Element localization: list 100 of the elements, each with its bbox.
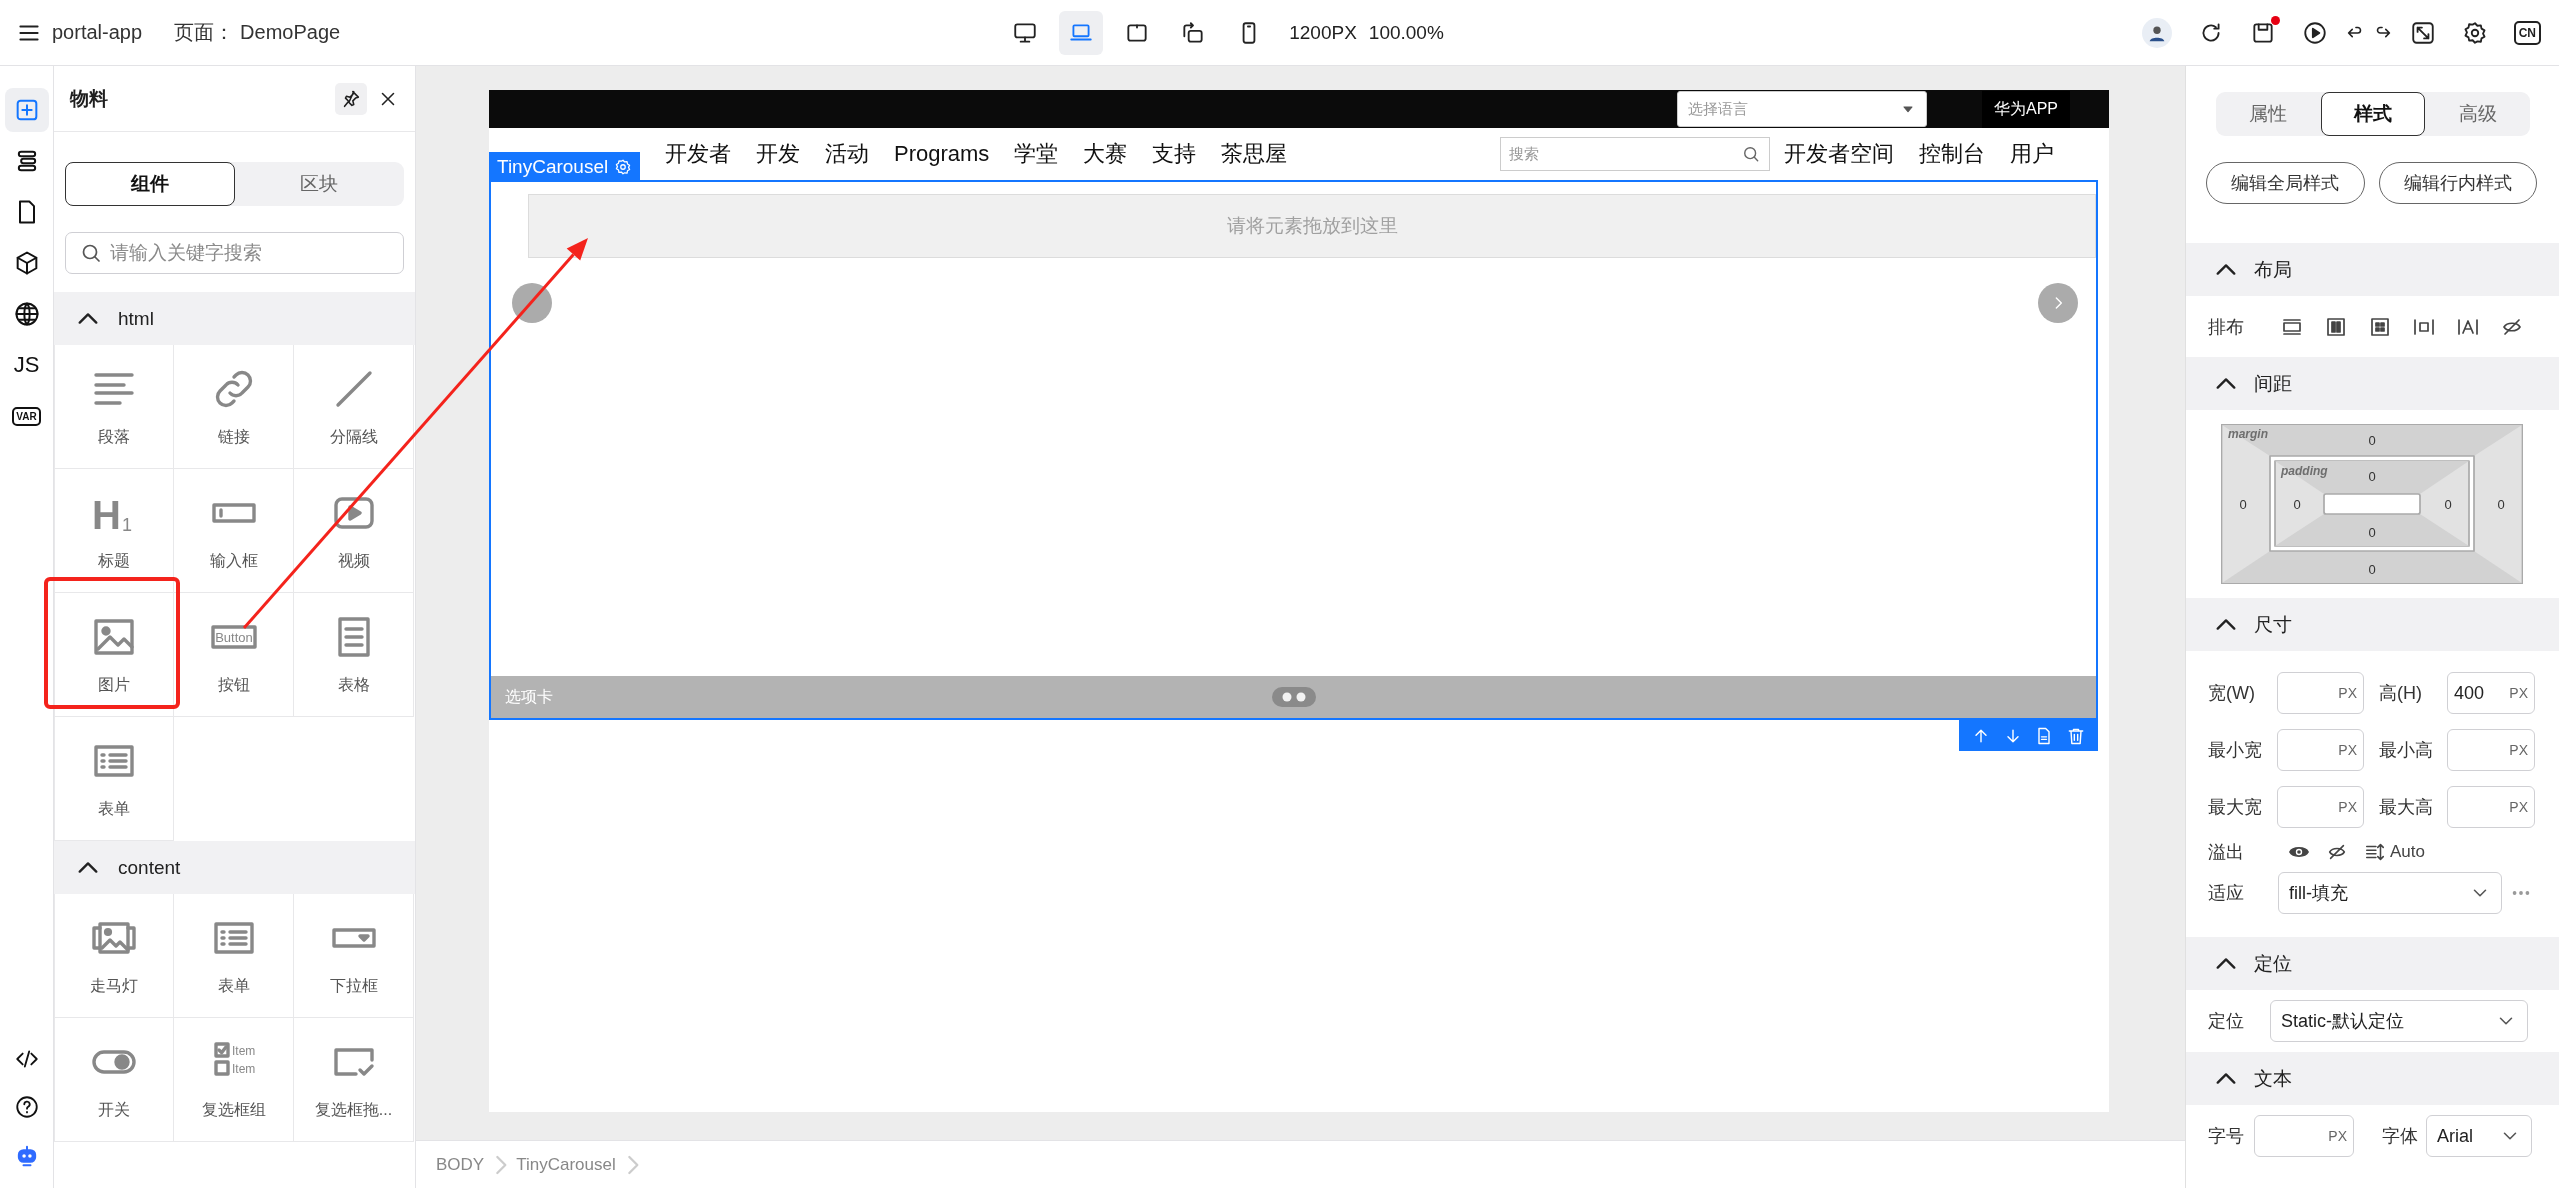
component-item[interactable]: 复选框拖... [294,1018,414,1142]
tab[interactable]: 属性 [2216,92,2321,136]
breadcrumb-item[interactable]: BODY [436,1154,485,1175]
line-height-icon [2364,841,2386,863]
component-item[interactable]: 链接 [174,345,294,469]
number-field[interactable]: PX [2254,1115,2354,1157]
overflow-option[interactable]: Auto [2364,841,2425,863]
nav-link[interactable]: 学堂 [1014,139,1059,169]
nav-link[interactable]: Programs [894,141,990,167]
field-label: 字体 [2382,1125,2418,1148]
tab[interactable]: 组件 [65,162,235,206]
nav-link[interactable]: 活动 [825,139,869,169]
nav-link[interactable]: 开发者 [665,139,731,169]
component-label[interactable]: TinyCarousel [489,152,641,182]
fit-select[interactable]: fill-填充 [2278,872,2502,914]
drop-zone: 请将元素拖放到这里 [528,194,2096,258]
number-field[interactable]: PX [2277,786,2364,828]
section-header[interactable]: 间距 [2186,357,2559,410]
font-select[interactable]: Arial [2426,1115,2532,1157]
field-label: 最小宽 [2208,739,2263,762]
field-label: 适应 [2208,882,2245,905]
field-label: 定位 [2208,1010,2244,1033]
group-title: html [118,307,154,330]
search-icon [1741,144,1761,164]
carousel-indicator-icon[interactable] [1271,687,1316,707]
app-name: portal-app [52,21,143,44]
avatar[interactable] [2141,17,2172,48]
tab[interactable]: 区块 [234,162,404,206]
number-field[interactable]: PX [2277,672,2364,714]
group-header[interactable]: content [54,841,415,894]
field-label: 高(H) [2378,682,2423,705]
field-label: 最大宽 [2208,796,2263,819]
number-field[interactable]: PX [2447,786,2535,828]
field-label: 排布 [2208,315,2244,339]
padding-value[interactable]: 0 [2444,497,2452,512]
page-name: DemoPage [240,21,341,44]
section-title: 文本 [2254,1066,2292,1091]
component-item[interactable]: Button 按钮 [174,593,294,717]
nav-link[interactable]: 开发者空间 [1784,139,1894,169]
canvas-width: 1200PX [1289,21,1357,44]
margin-value[interactable]: 0 [2239,497,2247,512]
search-field[interactable]: 请输入关键字搜索 [65,232,404,274]
component-item[interactable]: 下拉框 [294,894,414,1018]
margin-value[interactable]: 0 [2497,497,2505,512]
play-icon[interactable] [2301,19,2328,46]
component-item[interactable]: 段落 [54,345,174,469]
zoom-level: 100.00% [1368,21,1444,44]
padding-label: padding [2281,464,2328,478]
component-item[interactable]: H 1 标题 [54,469,174,593]
nav-link[interactable]: 控制台 [1919,139,1985,169]
nav-link[interactable]: 茶思屋 [1221,139,1288,169]
number-field[interactable]: PX [2277,729,2364,771]
nav-link[interactable]: 用户 [2010,139,2054,169]
section-header[interactable]: 文本 [2186,1052,2559,1105]
padding-value[interactable]: 0 [2368,469,2376,484]
pin-button[interactable] [335,82,367,115]
help-icon[interactable] [13,1094,40,1120]
component-item[interactable]: 走马灯 [54,894,174,1018]
tab[interactable]: 样式 [2320,92,2426,136]
component-item[interactable]: 图片 [54,593,174,717]
language-button[interactable]: CN [2513,20,2541,45]
nav-link[interactable]: 大赛 [1083,139,1128,169]
margin-value[interactable]: 0 [2368,433,2376,448]
tab[interactable]: 高级 [2425,92,2530,136]
field-label: 字号 [2208,1125,2244,1148]
component-item[interactable]: 表单 [174,894,294,1018]
number-field[interactable]: PX [2447,729,2535,771]
tab-label: 选项卡 [505,686,553,707]
component-item[interactable]: 分隔线 [294,345,414,469]
field-label: 最大高 [2378,796,2434,819]
section-header[interactable]: 尺寸 [2186,598,2559,651]
heading-icon: H 1 [90,489,138,537]
group-header[interactable]: html [54,292,415,345]
section-title: 定位 [2254,951,2292,976]
page-label: 页面： [174,20,235,45]
previous-button[interactable] [512,283,552,323]
section-header[interactable]: 布局 [2186,243,2559,296]
component-item[interactable]: Item Item 复选框组 [174,1018,294,1142]
margin-label: margin [2228,427,2268,441]
component-item[interactable]: 表格 [294,593,414,717]
component-item[interactable]: 开关 [54,1018,174,1142]
field-label: 宽(W) [2208,682,2256,705]
breadcrumb-item[interactable]: TinyCarousel [516,1154,616,1175]
sidebar-tab[interactable]: VAR [4,394,49,438]
number-field[interactable]: 400 PX [2447,672,2535,714]
sidebar-tab[interactable]: JS [4,343,49,387]
nav-link[interactable]: 开发 [756,139,800,169]
position-select[interactable]: Static-默认定位 [2270,1000,2528,1042]
padding-value[interactable]: 0 [2368,525,2376,540]
padding-value[interactable]: 0 [2293,497,2301,512]
margin-value[interactable]: 0 [2368,562,2376,577]
component-item[interactable]: 表单 [54,717,174,841]
settings-icon [614,158,633,176]
nav-link[interactable]: 支持 [1152,139,1197,169]
component-item[interactable]: 输入框 [174,469,294,593]
fullscreen-icon[interactable] [2409,19,2436,46]
field-label: 最小高 [2378,739,2434,762]
component-item[interactable]: 视频 [294,469,414,593]
app-link[interactable]: 华为APP [1982,90,2070,128]
section-header[interactable]: 定位 [2186,937,2559,990]
